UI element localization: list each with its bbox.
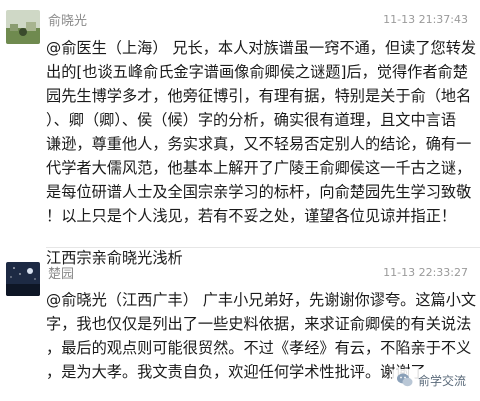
message-line: 是每位研谱人士及全国宗亲学习的标杆，向俞楚园先生学习致敬: [46, 183, 472, 201]
landscape-avatar-icon[interactable]: [6, 10, 40, 44]
message-line: 园先生博学多才，他旁征博引，有理有据，特别是关于俞（地名: [46, 87, 472, 105]
message-line: 谦逊，尊重他人，务实求真，又不轻易否定别人的结论，确有一: [46, 135, 472, 153]
sender-name: 楚园: [48, 267, 75, 282]
message-line: ，最后的观点则可能很贸然。不过《孝经》有云，不陷亲于不义: [46, 339, 472, 357]
message-line: 出的[也谈五峰俞氏金字谱画像俞卿侯之谜题]后，觉得作者俞楚: [46, 63, 468, 81]
wechat-logo-icon: [396, 371, 414, 389]
message-line: ）、卿（卿）、侯（候）字的分析，确实很有道理，且文中言语: [46, 111, 457, 129]
message-timestamp: 11-13 21:37:43: [383, 13, 468, 26]
message-line: ！以上只是个人浅见，若有不妥之处，谨望各位见谅并指正！: [46, 207, 457, 225]
message-text: @俞医生（上海） 兄长，本人对族谱虽一窍不通，但读了您转发 出的[也谈五峰俞氏金…: [46, 36, 477, 270]
watermark: 俞学交流: [391, 369, 470, 391]
message-line: 字，我也仅仅是列出了一些史料依据，来求证俞卿侯的有关说法: [46, 315, 472, 333]
message-timestamp: 11-13 22:33:27: [383, 266, 468, 279]
sender-name: 俞晓光: [48, 14, 88, 29]
message-line: @俞晓光（江西广丰） 广丰小兄弟好，先谢谢你谬夸。这篇小文: [46, 291, 477, 309]
message-divider: [46, 247, 480, 248]
night-sky-avatar-icon[interactable]: [6, 262, 40, 296]
message-line: 代学者大儒风范，他基本上解开了广陵王俞卿侯这一千古之谜，: [46, 159, 472, 177]
message-line: @俞医生（上海） 兄长，本人对族谱虽一窍不通，但读了您转发: [46, 39, 477, 57]
watermark-label: 俞学交流: [417, 373, 466, 388]
